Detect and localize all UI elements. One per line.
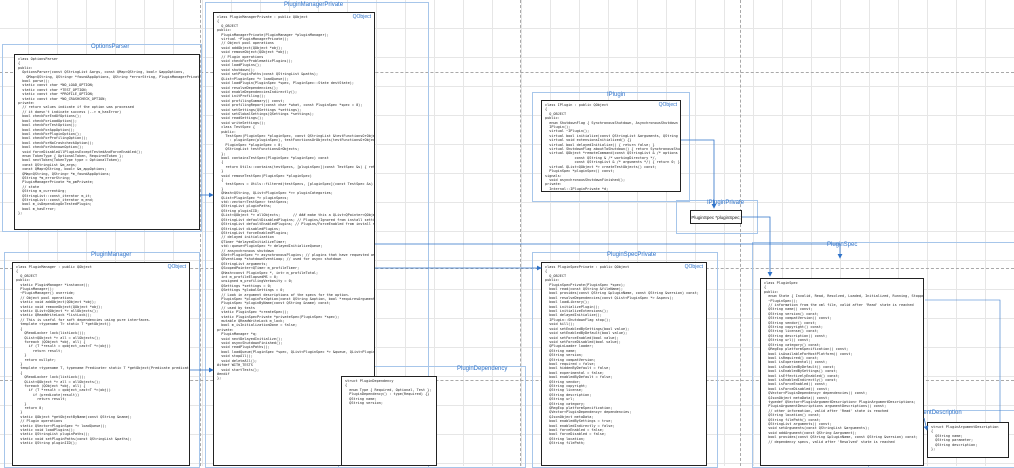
diagram-canvas: OptionsParser PluginManagerPrivate IPlug…: [0, 0, 1014, 468]
connector-arrow: [681, 139, 717, 209]
connector-arrow: [923, 417, 929, 431]
connector-arrow: [742, 216, 773, 277]
connector-arrow: [925, 299, 1001, 422]
connector-layer: [190, 139, 1001, 431]
